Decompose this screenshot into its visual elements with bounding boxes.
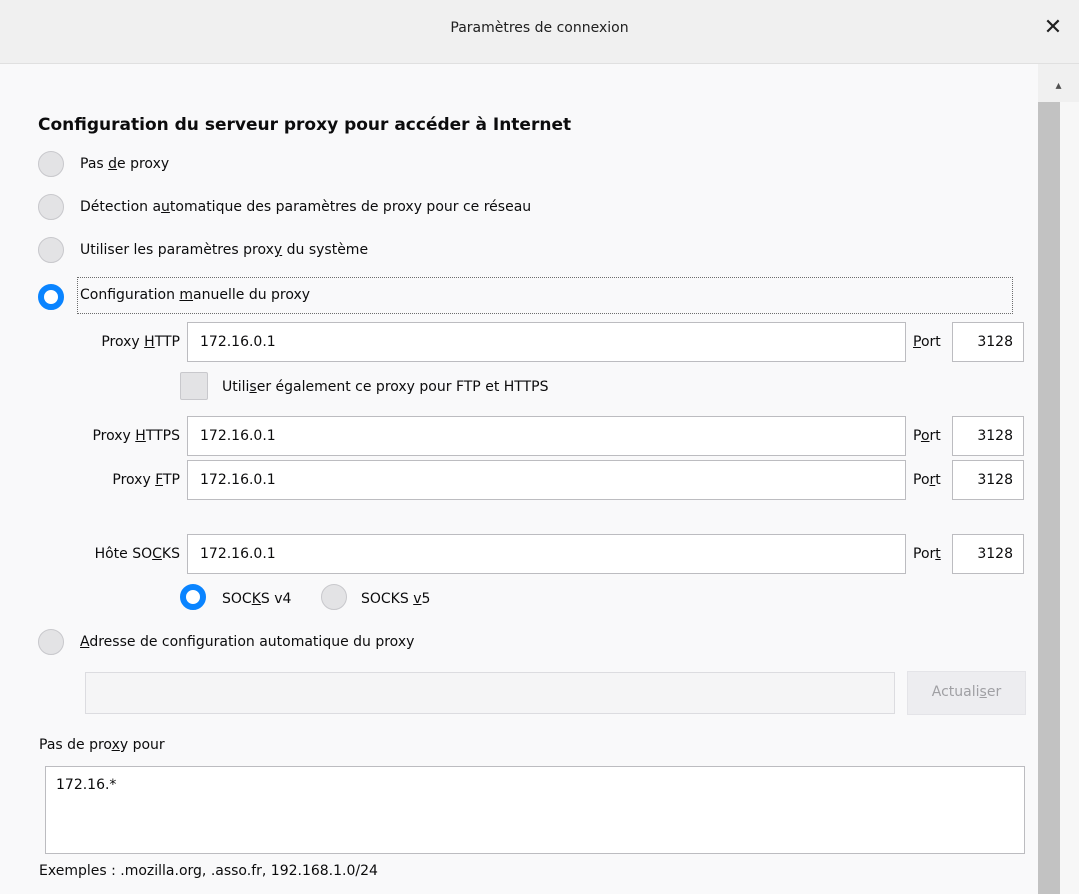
accesskey: o: [920, 428, 930, 444]
radio-manual-proxy[interactable]: [38, 284, 64, 310]
radio-no-proxy[interactable]: [38, 151, 64, 177]
section-heading: Configuration du serveur proxy pour accé…: [38, 115, 572, 135]
ftp-proxy-label: Proxy FTP: [60, 472, 180, 488]
accesskey: A: [80, 634, 90, 650]
accesskey: v: [413, 591, 422, 607]
label-part: Pas: [80, 156, 109, 172]
label-part: er également ce proxy pour FTP et HTTPS: [256, 379, 549, 395]
accesskey: d: [108, 156, 118, 172]
scrollbar-track: [1060, 102, 1079, 894]
label-part: tomatique des paramètres de proxy pour c…: [169, 199, 532, 215]
radio-autoconfig-url[interactable]: [38, 629, 64, 655]
label-part: Configuration: [80, 287, 180, 303]
ftp-port-label: Port: [913, 472, 941, 488]
ftp-proxy-input[interactable]: 172.16.0.1: [187, 460, 906, 500]
accesskey: t: [935, 546, 941, 562]
accesskey: P: [913, 334, 921, 350]
label-part: 5: [421, 591, 431, 607]
label-part: Utiliser les paramètres prox: [80, 242, 274, 258]
accesskey: H: [135, 428, 146, 444]
accesskey: F: [155, 472, 163, 488]
autoconfig-url-label[interactable]: Adresse de configuration automatique du …: [80, 634, 414, 650]
accesskey: y: [273, 242, 283, 258]
no-proxy-for-textarea[interactable]: 172.16.*: [45, 766, 1025, 854]
accesskey: s: [979, 684, 987, 700]
socks-v4-label[interactable]: SOCKS v4: [222, 591, 291, 607]
share-proxy-label[interactable]: Utiliser également ce proxy pour FTP et …: [222, 379, 548, 395]
label-part: Détection a: [80, 199, 162, 215]
no-proxy-for-label: Pas de proxy pour: [39, 737, 165, 753]
label-part: Pas de pro: [39, 737, 112, 753]
autoconfig-url-input[interactable]: [85, 672, 895, 714]
dialog-titlebar: Paramètres de connexion ✕: [0, 0, 1079, 64]
label-part: Hôte SO: [94, 546, 153, 562]
radio-socks-v5[interactable]: [321, 584, 347, 610]
label-part: TP: [163, 472, 180, 488]
label-part: TTPS: [145, 428, 180, 444]
label-part: Proxy: [112, 472, 156, 488]
socks-port-label: Port: [913, 546, 941, 562]
no-proxy-label[interactable]: Pas de proxy: [80, 156, 169, 172]
http-port-label: Port: [913, 334, 941, 350]
accesskey: u: [161, 199, 170, 215]
scroll-up-icon[interactable]: ▴: [1038, 78, 1079, 102]
label-part: TTP: [154, 334, 180, 350]
accesskey: x: [111, 737, 120, 753]
socks-host-input[interactable]: 172.16.0.1: [187, 534, 906, 574]
label-part: KS: [161, 546, 180, 562]
manual-proxy-label[interactable]: Configuration manuelle du proxy: [80, 287, 310, 303]
label-part: Po: [913, 472, 930, 488]
share-proxy-checkbox[interactable]: [180, 372, 208, 400]
label-part: t: [935, 472, 941, 488]
label-part: P: [913, 428, 921, 444]
radio-system-proxy[interactable]: [38, 237, 64, 263]
http-proxy-input[interactable]: 172.16.0.1: [187, 322, 906, 362]
accesskey: s: [249, 379, 257, 395]
http-port-input[interactable]: 3128: [952, 322, 1024, 362]
label-part: Proxy: [92, 428, 136, 444]
https-proxy-input[interactable]: 172.16.0.1: [187, 416, 906, 456]
label-part: SOC: [222, 591, 252, 607]
label-part: er: [986, 684, 1002, 700]
ftp-port-input[interactable]: 3128: [952, 460, 1024, 500]
radio-auto-detect[interactable]: [38, 194, 64, 220]
examples-hint: Exemples : .mozilla.org, .asso.fr, 192.1…: [39, 863, 378, 879]
socks-host-label: Hôte SOCKS: [50, 546, 180, 562]
label-part: du système: [282, 242, 369, 258]
dialog-title: Paramètres de connexion: [450, 20, 629, 36]
label-part: anuelle du proxy: [193, 287, 311, 303]
label-part: y pour: [119, 737, 165, 753]
accesskey: m: [179, 287, 194, 303]
scrollbar-thumb[interactable]: [1038, 102, 1060, 894]
accesskey: C: [152, 546, 162, 562]
label-part: S v4: [260, 591, 292, 607]
label-part: dresse de configuration automatique du p…: [89, 634, 415, 650]
radio-socks-v4[interactable]: [180, 584, 206, 610]
label-part: Por: [913, 546, 936, 562]
vertical-scrollbar[interactable]: ▴: [1038, 64, 1079, 894]
label-part: SOCKS: [361, 591, 414, 607]
socks-port-input[interactable]: 3128: [952, 534, 1024, 574]
label-part: e proxy: [117, 156, 170, 172]
https-port-input[interactable]: 3128: [952, 416, 1024, 456]
https-proxy-label: Proxy HTTPS: [50, 428, 180, 444]
label-part: rt: [929, 428, 941, 444]
accesskey: H: [144, 334, 155, 350]
auto-detect-label[interactable]: Détection automatique des paramètres de …: [80, 199, 531, 215]
reload-button[interactable]: Actualiser: [907, 671, 1026, 715]
label-part: Actuali: [931, 684, 980, 700]
label-part: ort: [920, 334, 941, 350]
https-port-label: Port: [913, 428, 941, 444]
http-proxy-label: Proxy HTTP: [60, 334, 180, 350]
socks-v5-label[interactable]: SOCKS v5: [361, 591, 430, 607]
label-part: Utili: [222, 379, 250, 395]
accesskey: K: [251, 591, 261, 607]
system-proxy-label[interactable]: Utiliser les paramètres proxy du système: [80, 242, 368, 258]
close-icon[interactable]: ✕: [1041, 16, 1065, 40]
dialog-content: Configuration du serveur proxy pour accé…: [0, 64, 1038, 894]
label-part: Proxy: [101, 334, 145, 350]
